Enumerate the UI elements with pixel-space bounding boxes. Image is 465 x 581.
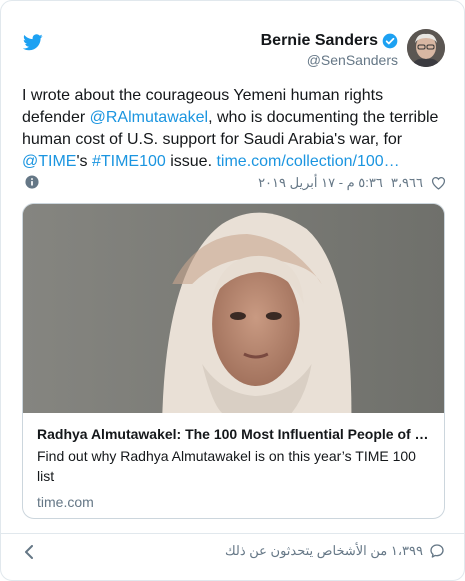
tweet-text: I wrote about the courageous Yemeni huma…: [22, 85, 446, 173]
conversation-footer[interactable]: ١،٣٩٩ من الأشخاص يتحدثون عن ذلك: [21, 542, 445, 562]
hashtag-link-time100[interactable]: #TIME100: [92, 153, 166, 170]
embedded-tweet-card: Bernie Sanders @SenSanders I wrote about…: [0, 0, 465, 581]
mention-link-time[interactable]: @TIME: [22, 153, 76, 170]
link-preview-title[interactable]: Radhya Almutawakel: The 100 Most Influen…: [37, 425, 430, 443]
url-link[interactable]: time.com/collection/100…: [216, 153, 399, 170]
twitter-bird-icon[interactable]: [23, 34, 43, 51]
link-preview-domain: time.com: [37, 494, 94, 510]
tweet-meta-row: ٥:٣٦ م - ١٧ أبريل ٢٠١٩ ٣،٩٦٦: [22, 173, 446, 193]
comment-icon[interactable]: [429, 543, 445, 559]
tweet-text-segment: issue.: [165, 153, 217, 170]
author-block[interactable]: Bernie Sanders @SenSanders: [261, 32, 398, 68]
link-preview-card[interactable]: Radhya Almutawakel: The 100 Most Influen…: [22, 203, 445, 519]
avatar-photo: [407, 29, 445, 67]
tweet-text-segment: 's: [76, 153, 92, 170]
verified-badge-icon: [382, 33, 398, 49]
like-count[interactable]: ٣،٩٦٦: [391, 175, 423, 191]
link-preview-image: [23, 204, 444, 413]
author-handle[interactable]: @SenSanders: [261, 52, 398, 68]
info-icon[interactable]: [25, 175, 39, 189]
link-preview-description: Find out why Radhya Almutawakel is on th…: [37, 448, 416, 484]
conversation-count-text[interactable]: ١،٣٩٩ من الأشخاص يتحدثون عن ذلك: [225, 543, 423, 559]
author-name[interactable]: Bernie Sanders: [261, 32, 378, 50]
mention-link-ralmutawakel[interactable]: @RAlmutawakel: [90, 109, 209, 126]
avatar[interactable]: [407, 29, 445, 67]
footer-divider: [1, 533, 464, 534]
heart-icon[interactable]: [431, 176, 446, 190]
meta-text: ٥:٣٦ م - ١٧ أبريل ٢٠١٩ ٣،٩٦٦: [258, 175, 446, 191]
timestamp[interactable]: ٥:٣٦ م - ١٧ أبريل ٢٠١٩: [258, 175, 383, 191]
chevron-left-icon[interactable]: [24, 545, 34, 559]
